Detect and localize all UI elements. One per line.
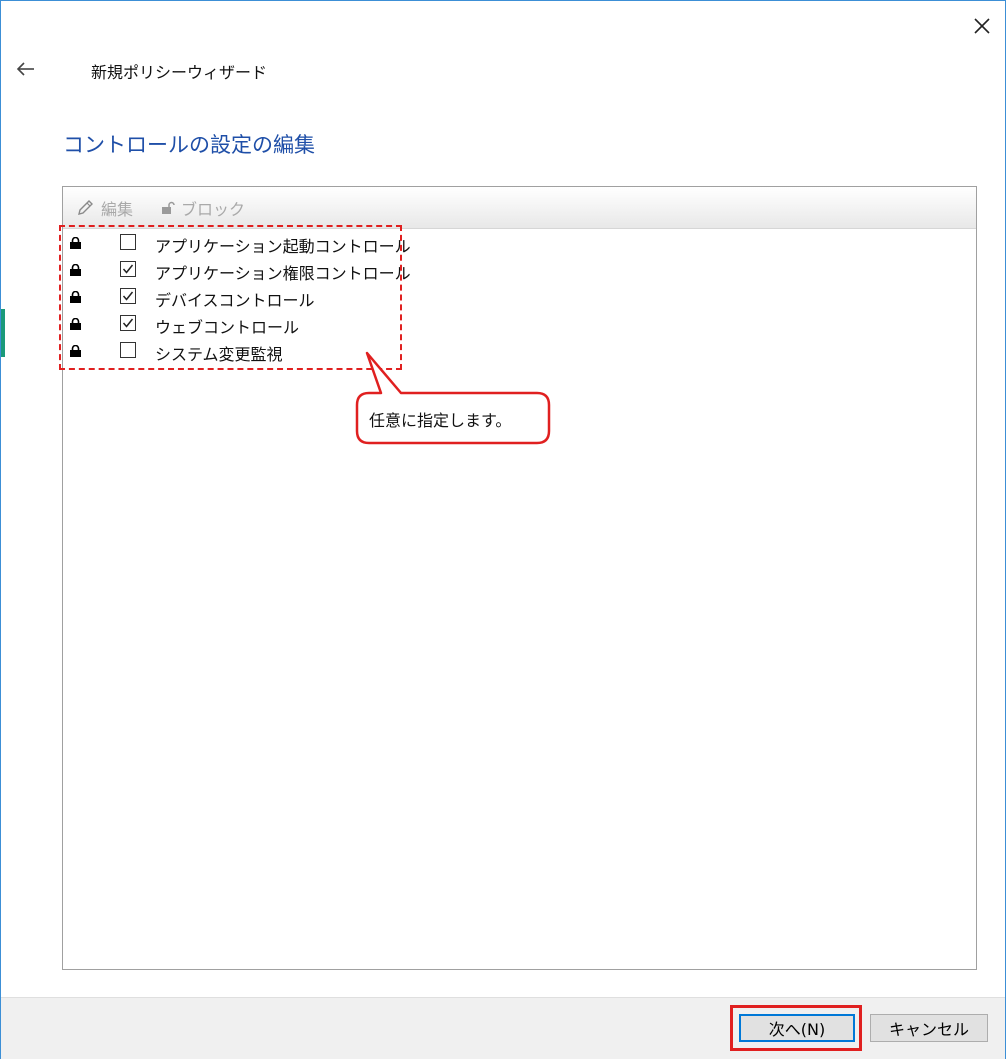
controls-list-panel: 編集 ブロック アプリケーション起動コントロール アプリケーション権限コントロー… [62, 186, 977, 970]
lock-icon [70, 318, 81, 330]
next-button[interactable]: 次へ(N) [739, 1014, 855, 1042]
checkmark-icon [122, 291, 134, 301]
control-label: アプリケーション権限コントロール [155, 264, 411, 283]
lock-icon [70, 264, 81, 276]
control-label: ウェブコントロール [155, 318, 300, 337]
list-item[interactable]: デバイスコントロール [63, 284, 463, 310]
close-button[interactable] [965, 9, 999, 43]
control-checkbox[interactable] [120, 234, 136, 250]
block-tool-button[interactable]: ブロック [161, 197, 245, 219]
control-checkbox[interactable] [120, 261, 136, 277]
edit-tool-button[interactable]: 編集 [75, 197, 133, 219]
cancel-button[interactable]: キャンセル [870, 1014, 988, 1042]
control-checkbox[interactable] [120, 342, 136, 358]
list-item[interactable]: ウェブコントロール [63, 311, 463, 337]
annotation-callout [355, 351, 551, 445]
block-tool-label: ブロック [181, 200, 246, 219]
list-toolbar: 編集 ブロック [63, 187, 976, 229]
list-item[interactable]: アプリケーション権限コントロール [63, 257, 463, 283]
checkmark-icon [122, 264, 134, 274]
control-checkbox[interactable] [120, 315, 136, 331]
lock-icon [70, 237, 81, 249]
control-label: デバイスコントロール [155, 291, 315, 310]
wizard-window: 新規ポリシーウィザード コントロールの設定の編集 編集 ブロック アプリケーショ… [0, 0, 1006, 1059]
lock-icon [70, 345, 81, 357]
edit-tool-label: 編集 [101, 200, 134, 219]
back-arrow-icon [16, 62, 34, 76]
background-window-edge [1, 309, 5, 357]
close-icon [974, 18, 990, 34]
list-item[interactable]: アプリケーション起動コントロール [63, 230, 463, 256]
control-label: アプリケーション起動コントロール [155, 237, 411, 256]
pencil-icon [78, 200, 93, 215]
control-checkbox[interactable] [120, 288, 136, 304]
lock-icon [70, 291, 81, 303]
callout-text: 任意に指定します。 [369, 411, 512, 430]
wizard-title: 新規ポリシーウィザード [91, 63, 268, 82]
control-label: システム変更監視 [155, 345, 283, 364]
unlock-icon [162, 201, 175, 214]
back-button[interactable] [13, 57, 39, 81]
page-heading: コントロールの設定の編集 [63, 133, 315, 157]
checkmark-icon [122, 318, 134, 328]
